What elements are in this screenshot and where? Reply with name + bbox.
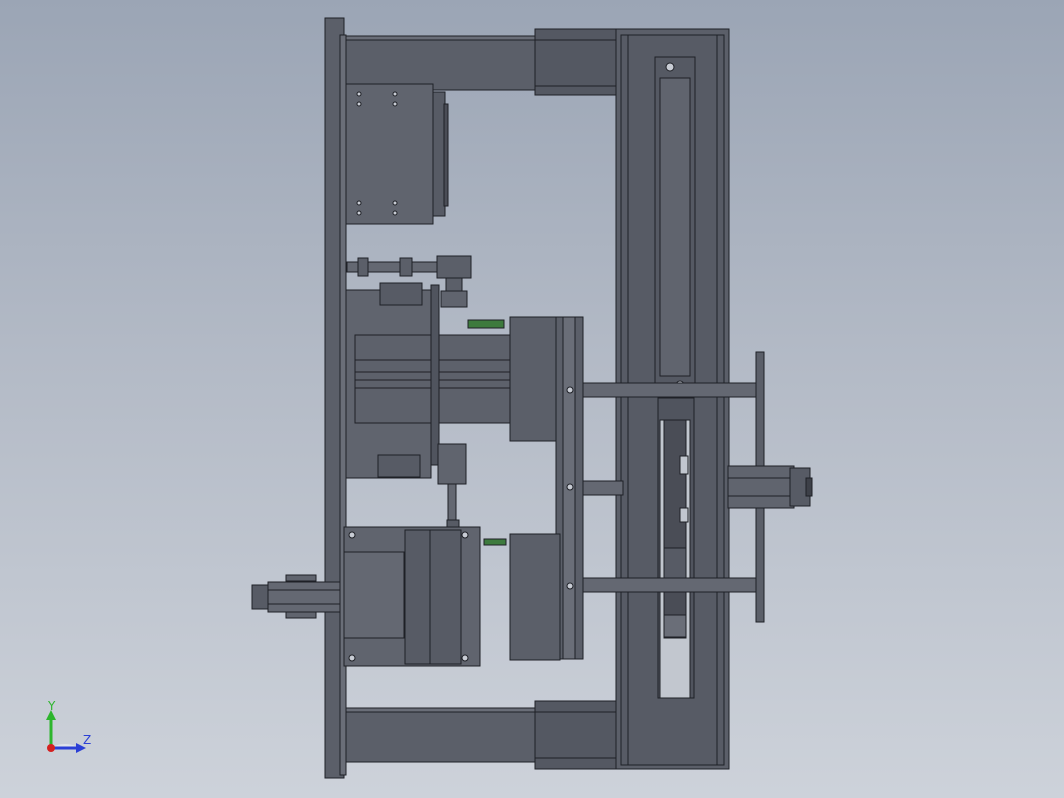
axis-triad: Y Z <box>46 699 91 753</box>
upper-cabinet <box>345 83 449 225</box>
lower-mold-assembly <box>343 526 561 667</box>
middle-mold-assembly <box>345 282 561 529</box>
left-base-plate <box>324 17 347 779</box>
cad-viewport[interactable]: Y Z <box>0 0 1064 798</box>
bottom-beam <box>345 700 624 770</box>
y-axis-label: Y <box>47 699 56 713</box>
vertical-cylinder <box>654 56 696 699</box>
z-axis-label: Z <box>83 733 91 747</box>
